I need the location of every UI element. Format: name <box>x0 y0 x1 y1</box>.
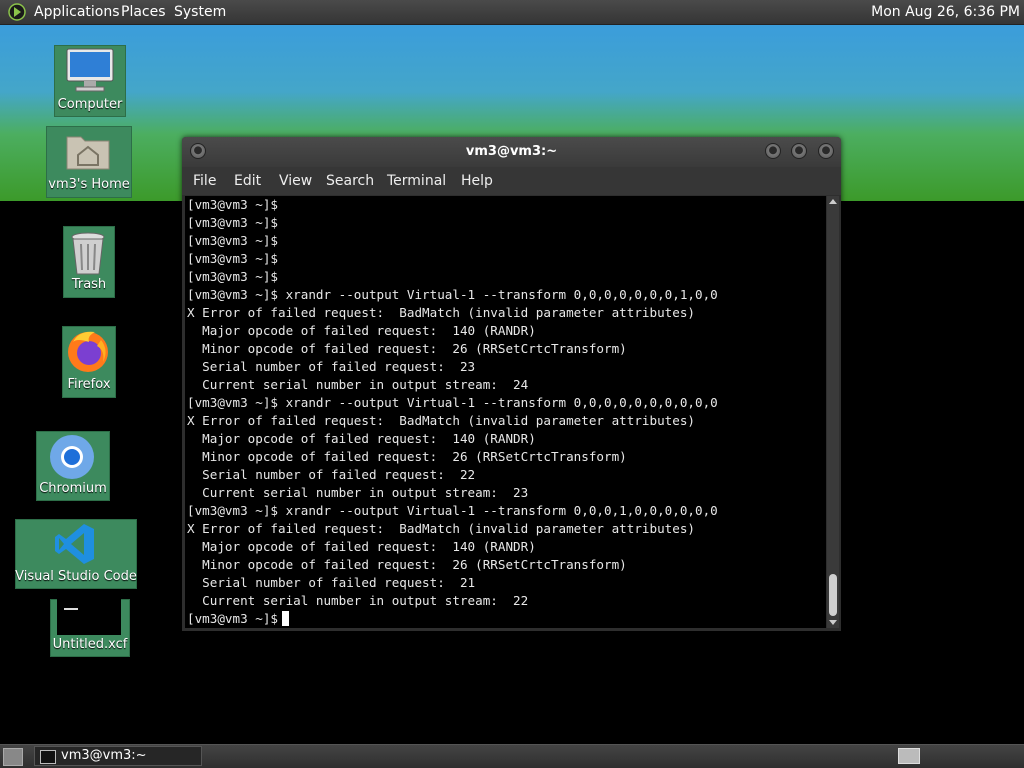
terminal-line: [vm3@vm3 ~]$ xrandr --output Virtual-1 -… <box>187 287 718 302</box>
terminal-line: Major opcode of failed request: 140 (RAN… <box>187 539 536 554</box>
desktop-icon-label: Trash <box>71 277 107 292</box>
desktop-icon-label: vm3's Home <box>48 177 130 192</box>
terminal-line: Major opcode of failed request: 140 (RAN… <box>187 431 536 446</box>
taskbar-item-label: vm3@vm3:~ <box>61 748 147 763</box>
terminal-output[interactable]: [vm3@vm3 ~]$ [vm3@vm3 ~]$ [vm3@vm3 ~]$ [vm3… <box>185 196 826 628</box>
desktop-icon-chromium[interactable]: Chromium <box>36 431 110 501</box>
bottom-panel: vm3@vm3:~ <box>0 744 1024 768</box>
clock[interactable]: Mon Aug 26, 6:36 PM <box>871 4 1020 20</box>
menu-help[interactable]: Help <box>461 173 493 189</box>
desktop-icon-label: Visual Studio Code <box>15 569 137 584</box>
close-button[interactable] <box>818 143 834 159</box>
terminal-menubar: File Edit View Search Terminal Help <box>182 167 841 195</box>
terminal-line: [vm3@vm3 ~]$ <box>187 251 278 266</box>
taskbar-item-terminal[interactable]: vm3@vm3:~ <box>34 746 202 766</box>
terminal-line: X Error of failed request: BadMatch (inv… <box>187 521 695 536</box>
window-menu-button[interactable] <box>190 143 206 159</box>
terminal-line: [vm3@vm3 ~]$ <box>187 215 278 230</box>
terminal-line: Minor opcode of failed request: 26 (RRSe… <box>187 557 627 572</box>
desktop-icon-vscode[interactable]: Visual Studio Code <box>15 519 137 589</box>
firefox-icon <box>68 331 108 372</box>
desktop-icon-firefox[interactable]: Firefox <box>62 326 116 398</box>
terminal-line: Current serial number in output stream: … <box>187 593 529 608</box>
terminal-lines: [vm3@vm3 ~]$ [vm3@vm3 ~]$ [vm3@vm3 ~]$ [vm3… <box>187 196 718 628</box>
terminal-line: Minor opcode of failed request: 26 (RRSe… <box>187 449 627 464</box>
terminal-line: Major opcode of failed request: 140 (RAN… <box>187 323 536 338</box>
trash-icon <box>71 232 105 275</box>
terminal-scrollbar[interactable] <box>827 196 839 628</box>
terminal-prompt-line: [vm3@vm3 ~]$ <box>187 610 718 628</box>
menu-applications[interactable]: Applications <box>34 4 120 20</box>
desktop-icon-label: Chromium <box>39 481 107 496</box>
menu-file[interactable]: File <box>193 173 216 189</box>
chromium-icon <box>50 435 94 479</box>
desktop-icon-label: Untitled.xcf <box>52 637 128 652</box>
terminal-icon <box>40 750 56 764</box>
desktop-icon-computer[interactable]: Computer <box>54 45 126 117</box>
terminal-line: [vm3@vm3 ~]$ xrandr --output Virtual-1 -… <box>187 395 718 410</box>
terminal-window: vm3@vm3:~ File Edit View Search Terminal… <box>182 137 841 631</box>
terminal-line: X Error of failed request: BadMatch (inv… <box>187 413 695 428</box>
terminal-line: [vm3@vm3 ~]$ <box>187 233 278 248</box>
terminal-line: [vm3@vm3 ~]$ <box>187 197 278 212</box>
menu-system[interactable]: System <box>174 4 226 20</box>
terminal-line: Serial number of failed request: 22 <box>187 467 476 482</box>
top-panel: Applications Places System Mon Aug 26, 6… <box>0 0 1024 25</box>
scroll-down-arrow-icon[interactable] <box>829 620 837 625</box>
workspace-switcher[interactable] <box>898 748 920 764</box>
xcf-file-icon <box>57 599 121 635</box>
desktop-icon-label: Computer <box>57 97 123 112</box>
menu-terminal[interactable]: Terminal <box>387 173 446 189</box>
menu-places[interactable]: Places <box>121 4 166 20</box>
terminal-line: [vm3@vm3 ~]$ <box>187 269 278 284</box>
terminal-line: Current serial number in output stream: … <box>187 485 529 500</box>
menu-search[interactable]: Search <box>326 173 374 189</box>
show-desktop-icon[interactable] <box>3 748 23 766</box>
distro-logo-icon[interactable] <box>8 3 26 21</box>
terminal-prompt: [vm3@vm3 ~]$ <box>187 611 278 626</box>
maximize-button[interactable] <box>791 143 807 159</box>
terminal-line: Minor opcode of failed request: 26 (RRSe… <box>187 341 627 356</box>
terminal-line: Serial number of failed request: 23 <box>187 359 476 374</box>
window-title: vm3@vm3:~ <box>465 144 558 159</box>
menu-edit[interactable]: Edit <box>234 173 261 189</box>
terminal-cursor <box>282 611 289 626</box>
terminal-titlebar[interactable]: vm3@vm3:~ <box>182 137 841 167</box>
scroll-up-arrow-icon[interactable] <box>829 199 837 204</box>
minimize-button[interactable] <box>765 143 781 159</box>
home-folder-icon <box>66 136 110 170</box>
terminal-line: Serial number of failed request: 21 <box>187 575 476 590</box>
terminal-line: Current serial number in output stream: … <box>187 377 529 392</box>
desktop-icon-home[interactable]: vm3's Home <box>46 126 132 198</box>
desktop-icon-trash[interactable]: Trash <box>63 226 115 298</box>
scrollbar-thumb[interactable] <box>829 574 837 616</box>
desktop-icon-xcf[interactable]: Untitled.xcf <box>50 599 130 657</box>
vscode-icon <box>55 524 94 564</box>
desktop-icon-label: Firefox <box>67 377 111 392</box>
menu-view[interactable]: View <box>279 173 312 189</box>
computer-icon <box>66 48 114 92</box>
terminal-line: X Error of failed request: BadMatch (inv… <box>187 305 695 320</box>
terminal-line: [vm3@vm3 ~]$ xrandr --output Virtual-1 -… <box>187 503 718 518</box>
